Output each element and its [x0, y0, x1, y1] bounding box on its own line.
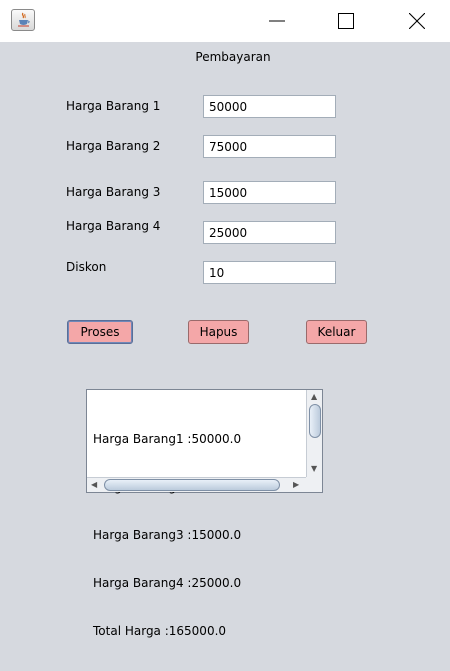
output-line: Harga Barang4 :25000.0: [93, 576, 242, 590]
output-text-area[interactable]: Harga Barang1 :50000.0 Harga Barang2 :75…: [86, 389, 323, 638]
close-icon: [409, 13, 425, 29]
output-line: Harga Barang1 :50000.0: [93, 432, 242, 446]
horizontal-scrollbar[interactable]: ◀ ▶: [87, 477, 307, 492]
harga-barang-3-label: Harga Barang 3: [66, 185, 161, 199]
scrollbar-corner: [306, 477, 322, 492]
output-line: Harga Barang3 :15000.0: [93, 528, 242, 542]
harga-barang-4-input[interactable]: [203, 221, 336, 244]
harga-barang-2-input[interactable]: [203, 135, 336, 158]
scroll-right-icon[interactable]: ▶: [293, 480, 299, 490]
harga-barang-3-input[interactable]: [203, 181, 336, 204]
proses-button[interactable]: Proses: [67, 320, 133, 344]
keluar-button[interactable]: Keluar: [306, 320, 367, 344]
diskon-label: Diskon: [66, 260, 107, 274]
hapus-button[interactable]: Hapus: [188, 320, 249, 344]
output-line: Total Harga :165000.0: [93, 624, 227, 638]
diskon-input[interactable]: [203, 261, 336, 284]
java-cup-icon[interactable]: [11, 9, 35, 31]
maximize-button[interactable]: [323, 0, 369, 42]
maximize-icon: [338, 13, 354, 29]
output-text: Harga Barang1 :50000.0 Harga Barang2 :75…: [93, 399, 241, 671]
form-title: Pembayaran: [195, 50, 271, 64]
scroll-down-icon[interactable]: ▼: [311, 464, 317, 474]
harga-barang-1-label: Harga Barang 1: [66, 99, 161, 113]
harga-barang-1-input[interactable]: [203, 95, 336, 118]
close-button[interactable]: [394, 0, 440, 42]
horizontal-scroll-thumb[interactable]: [104, 479, 280, 491]
harga-barang-4-label: Harga Barang 4: [66, 219, 161, 233]
scroll-up-icon[interactable]: ▲: [311, 392, 317, 402]
harga-barang-2-label: Harga Barang 2: [66, 139, 161, 153]
vertical-scroll-thumb[interactable]: [309, 404, 321, 438]
vertical-scrollbar[interactable]: ▲ ▼: [306, 390, 322, 478]
scroll-left-icon[interactable]: ◀: [91, 480, 97, 490]
minimize-icon: [269, 20, 285, 22]
window-titlebar: [0, 0, 450, 42]
minimize-button[interactable]: [254, 0, 300, 42]
